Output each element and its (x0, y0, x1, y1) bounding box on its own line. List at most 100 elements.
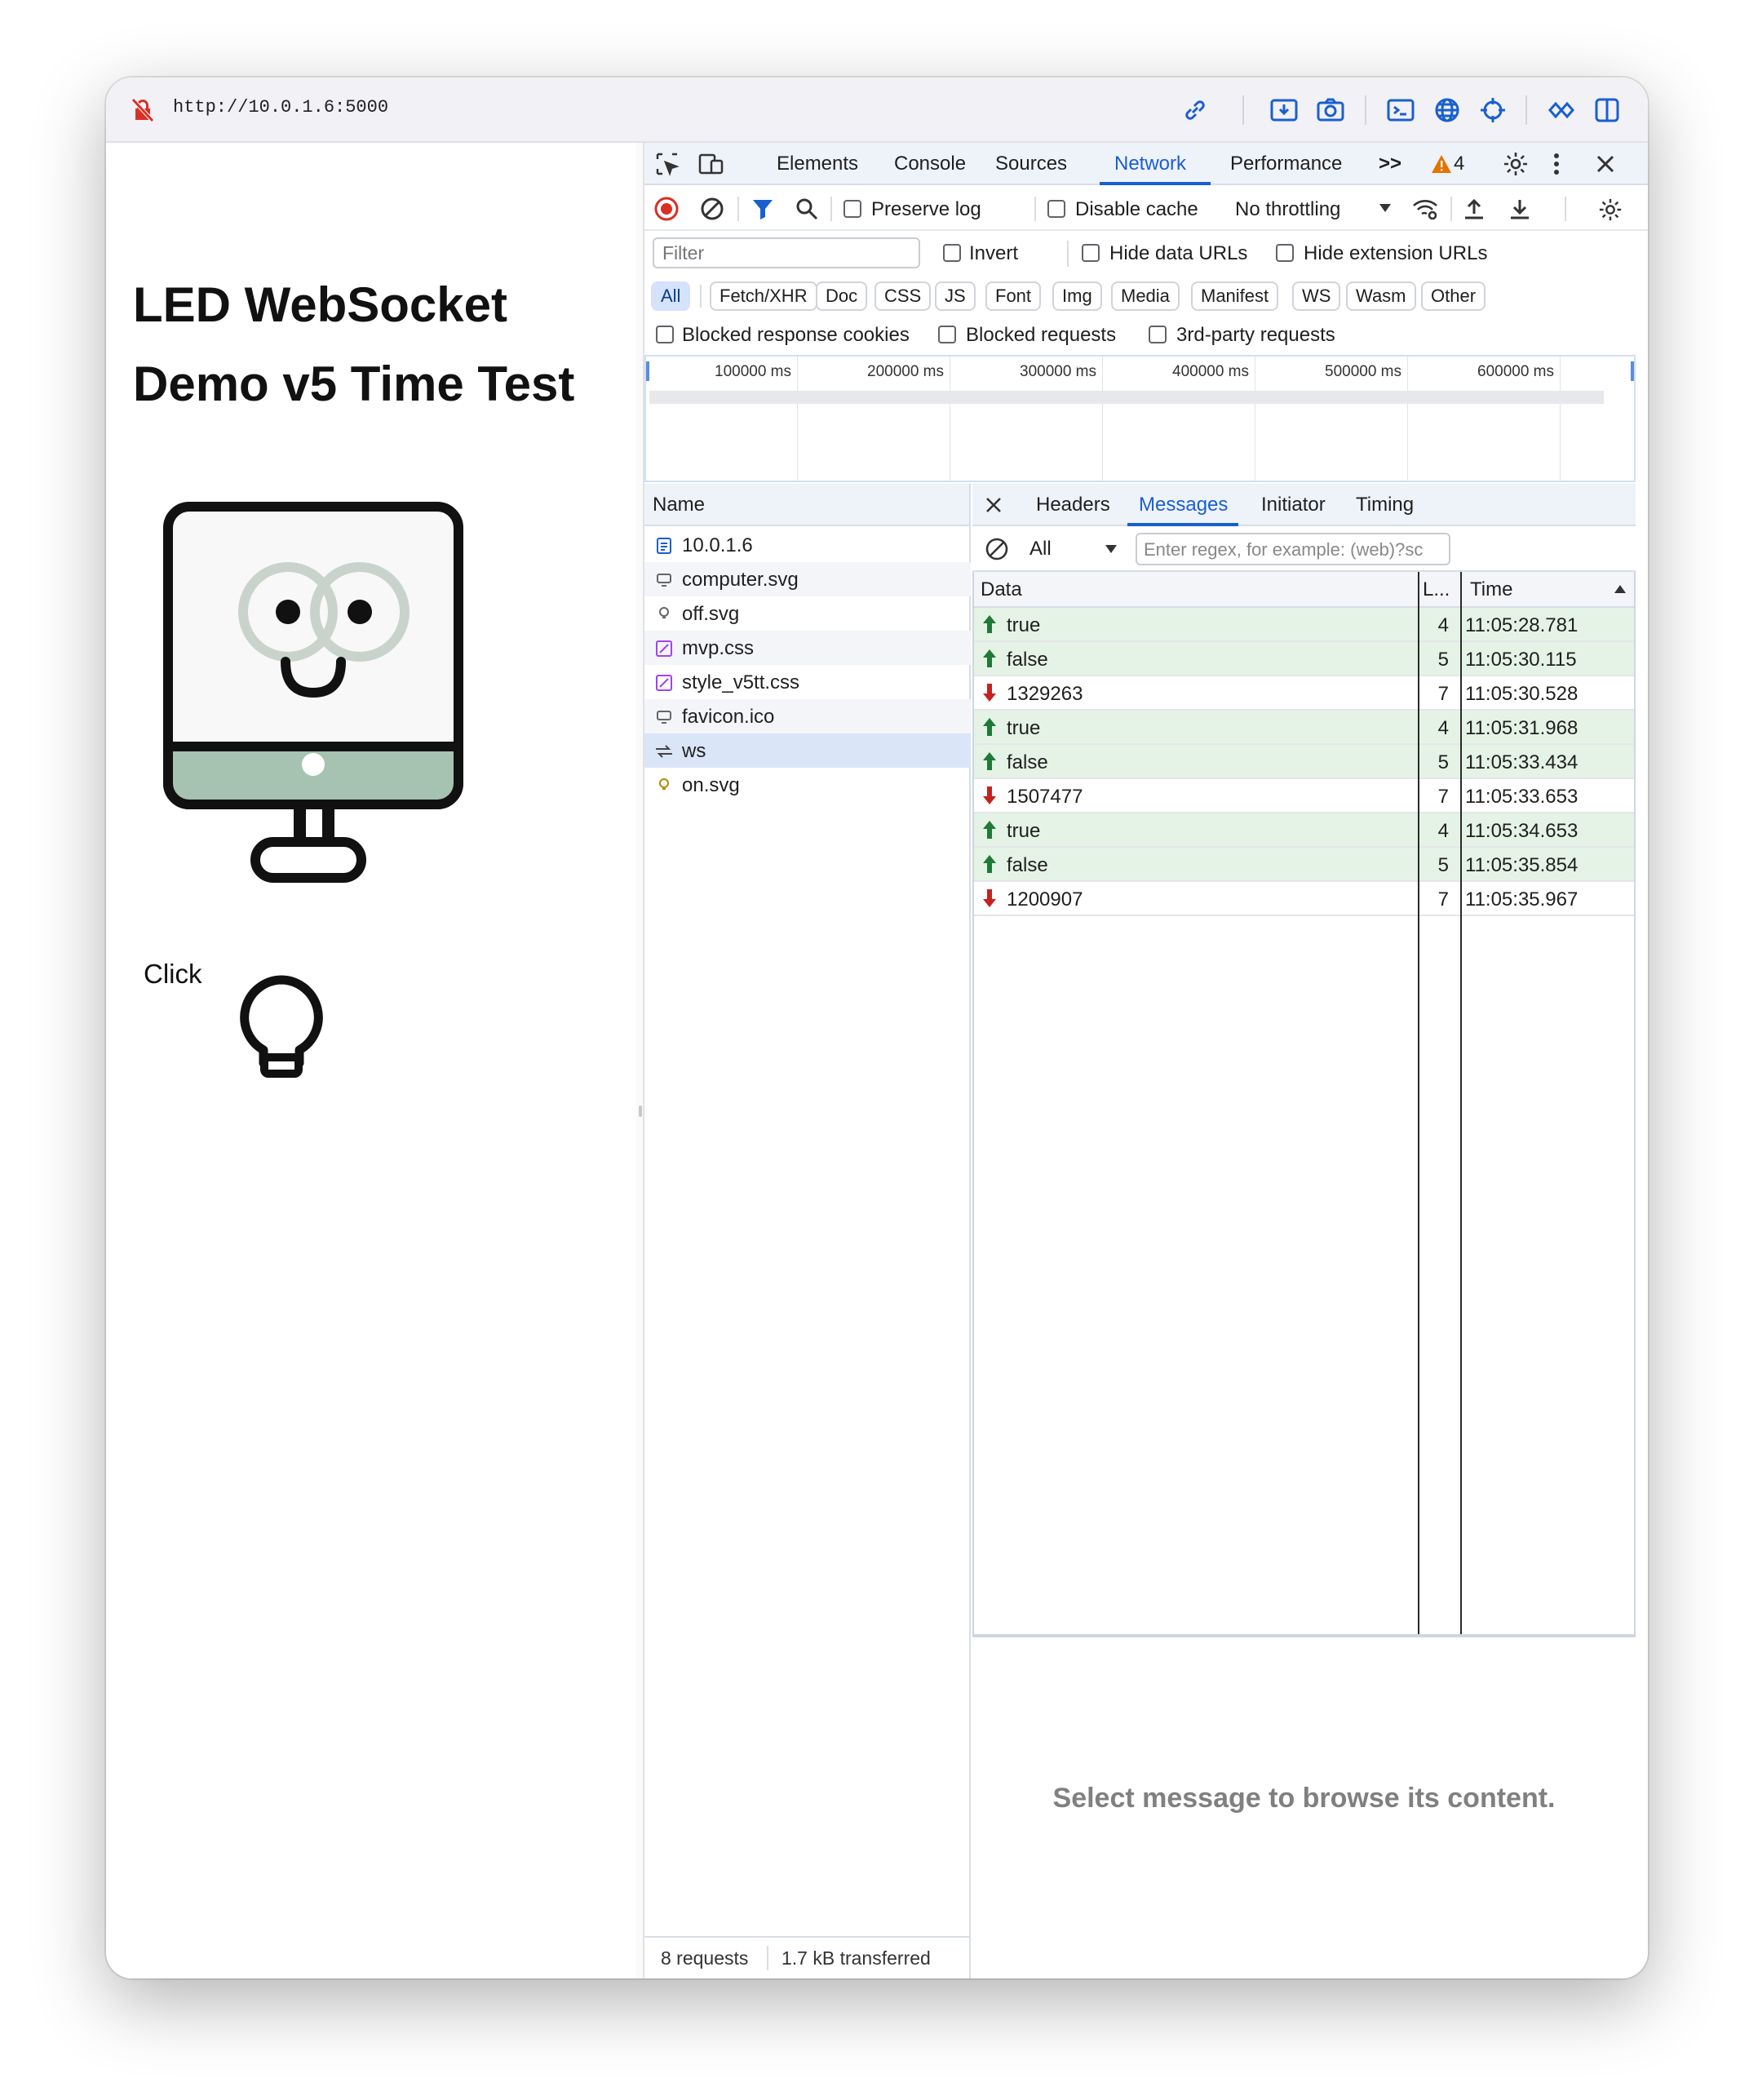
inspect-element-icon[interactable] (654, 151, 680, 177)
request-row[interactable]: 10.0.1.6 (644, 528, 971, 562)
more-tabs-button[interactable]: >> (1379, 153, 1401, 175)
overview-left-handle[interactable] (646, 361, 649, 381)
panel-splitter[interactable] (636, 143, 644, 1978)
type-filter-media[interactable]: Media (1111, 281, 1180, 311)
request-row[interactable]: style_v5tt.css (644, 665, 971, 699)
websocket-icon (654, 742, 674, 761)
globe-icon[interactable] (1431, 94, 1463, 126)
length-column-header[interactable]: L... (1423, 578, 1455, 601)
blocked-requests-checkbox[interactable] (938, 326, 956, 343)
third-party-requests-checkbox[interactable] (1149, 326, 1167, 343)
tab-console[interactable]: Console (894, 153, 966, 175)
sidebar-icon[interactable] (1591, 94, 1623, 126)
request-name: mvp.css (682, 637, 755, 659)
throttling-select[interactable]: No throttling (1235, 198, 1340, 221)
type-filter-css[interactable]: CSS (874, 281, 932, 311)
time-column-header[interactable]: Time (1470, 578, 1512, 601)
type-filter-doc[interactable]: Doc (816, 281, 868, 311)
request-row[interactable]: mvp.css (644, 631, 971, 665)
type-filter-wasm[interactable]: Wasm (1346, 281, 1416, 311)
invert-checkbox[interactable] (943, 244, 961, 262)
warning-count[interactable]: 4 (1454, 153, 1464, 175)
type-filter-all[interactable]: All (651, 281, 691, 311)
filter-input[interactable] (653, 237, 920, 268)
type-filter-ws[interactable]: WS (1292, 281, 1341, 311)
blocked-requests-label: Blocked requests (966, 324, 1117, 346)
chevron-down-icon[interactable] (1103, 541, 1119, 557)
light-bulb-button[interactable] (237, 973, 326, 1079)
type-filter-font[interactable]: Font (985, 281, 1042, 311)
device-toolbar-icon[interactable] (698, 151, 724, 177)
message-data: true (1007, 614, 1041, 636)
type-filter-js[interactable]: JS (935, 281, 976, 311)
type-filter-other[interactable]: Other (1421, 281, 1486, 311)
tab-initiator[interactable]: Initiator (1261, 494, 1326, 516)
request-row[interactable]: off.svg (644, 596, 971, 631)
sent-message-row[interactable]: false 5 11:05:33.434 (974, 745, 1634, 779)
warning-icon[interactable] (1431, 154, 1452, 174)
sent-message-row[interactable]: false 5 11:05:30.115 (974, 642, 1634, 676)
arrow-up-icon (982, 649, 1000, 670)
sent-message-row[interactable]: true 4 11:05:31.968 (974, 711, 1634, 745)
sent-message-row[interactable]: false 5 11:05:35.854 (974, 848, 1634, 882)
tab-sources[interactable]: Sources (995, 153, 1067, 175)
network-conditions-icon[interactable] (1411, 197, 1439, 221)
arrow-down-icon (982, 786, 1000, 807)
settings-gear-icon[interactable] (1503, 151, 1529, 177)
data-column-header[interactable]: Data (981, 578, 1022, 601)
link-icon[interactable] (1179, 94, 1211, 126)
hide-extension-urls-checkbox[interactable] (1276, 244, 1294, 262)
close-detail-icon[interactable] (984, 495, 1003, 515)
clear-messages-icon[interactable] (984, 536, 1010, 562)
request-row[interactable]: favicon.ico (644, 699, 971, 733)
request-row[interactable]: on.svg (644, 768, 971, 802)
url-text[interactable]: http://10.0.1.6:5000 (173, 97, 388, 117)
record-stop-icon[interactable] (654, 197, 679, 221)
request-name: off.svg (682, 603, 740, 625)
address-bar: http://10.0.1.6:5000 (106, 78, 1648, 143)
received-message-row[interactable]: 1329263 7 11:05:30.528 (974, 676, 1634, 711)
preserve-log-checkbox[interactable] (844, 200, 861, 218)
message-type-select[interactable]: All (1029, 538, 1052, 560)
clear-icon[interactable] (700, 197, 724, 221)
export-har-icon[interactable] (1508, 197, 1532, 221)
close-devtools-icon[interactable] (1594, 153, 1617, 175)
name-column-header[interactable]: Name (644, 484, 969, 526)
type-filter-img[interactable]: Img (1052, 281, 1102, 311)
import-har-icon[interactable] (1462, 197, 1486, 221)
disable-cache-checkbox[interactable] (1047, 200, 1065, 218)
not-secure-icon[interactable] (131, 97, 155, 129)
tab-elements[interactable]: Elements (777, 153, 858, 175)
tab-messages[interactable]: Messages (1139, 494, 1228, 516)
filter-funnel-icon[interactable] (751, 197, 775, 221)
terminal-icon[interactable] (1384, 94, 1417, 126)
invert-label: Invert (969, 242, 1019, 264)
search-icon[interactable] (795, 197, 819, 221)
extensions-icon[interactable] (1545, 94, 1578, 126)
hide-data-urls-checkbox[interactable] (1082, 244, 1100, 262)
overview-right-handle[interactable] (1631, 361, 1634, 381)
sent-message-row[interactable]: true 4 11:05:34.653 (974, 813, 1634, 848)
network-settings-gear-icon[interactable] (1597, 197, 1623, 223)
message-regex-input[interactable]: Enter regex, for example: (web)?sc (1136, 533, 1450, 565)
kebab-menu-icon[interactable] (1548, 151, 1565, 177)
received-message-row[interactable]: 1200907 7 11:05:35.967 (974, 882, 1634, 916)
type-filter-manifest[interactable]: Manifest (1191, 281, 1279, 311)
tab-performance[interactable]: Performance (1230, 153, 1342, 175)
blocked-response-cookies-checkbox[interactable] (656, 326, 674, 343)
network-status-bar: 8 requests 1.7 kB transferred (644, 1936, 969, 1978)
chevron-down-icon[interactable] (1375, 198, 1395, 218)
install-icon[interactable] (1268, 94, 1300, 126)
sort-ascending-icon[interactable] (1614, 583, 1627, 595)
type-filter-fetch-xhr[interactable]: Fetch/XHR (710, 281, 817, 311)
crosshair-icon[interactable] (1477, 94, 1509, 126)
tab-headers[interactable]: Headers (1036, 494, 1110, 516)
screenshot-icon[interactable] (1314, 94, 1347, 126)
sent-message-row[interactable]: true 4 11:05:28.781 (974, 608, 1634, 642)
received-message-row[interactable]: 1507477 7 11:05:33.653 (974, 779, 1634, 813)
tab-timing[interactable]: Timing (1356, 494, 1414, 516)
network-overview-timeline[interactable]: 100000 ms 200000 ms 300000 ms 400000 ms … (644, 355, 1636, 482)
request-row-selected[interactable]: ws (644, 733, 971, 768)
request-row[interactable]: computer.svg (644, 562, 971, 596)
tab-network[interactable]: Network (1114, 153, 1186, 175)
